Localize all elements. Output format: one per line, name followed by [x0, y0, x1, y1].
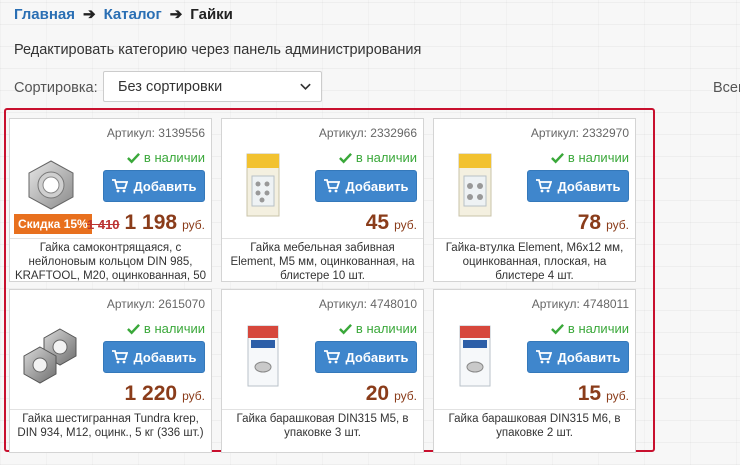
card-divider	[10, 238, 211, 239]
product-sku: Артикул: 2615070	[106, 297, 205, 311]
sort-select[interactable]: Без сортировки	[103, 71, 322, 102]
sort-label: Сортировка:	[14, 80, 98, 96]
product-sku: Артикул: 4748010	[318, 297, 417, 311]
currency-label: руб.	[606, 218, 629, 232]
check-icon	[126, 152, 140, 163]
card-divider	[10, 409, 211, 410]
product-card: Артикул: 2332966 в наличии Добавить 45 р…	[221, 118, 424, 282]
product-title-link[interactable]: Гайка барашковая DIN315 M5, в упаковке 3…	[226, 412, 419, 440]
product-card: Артикул: 4748011 в наличии Добавить 15 р…	[433, 289, 636, 453]
arrow-right-icon: ➔	[83, 6, 96, 23]
hex-nut-icon[interactable]	[19, 314, 83, 398]
add-to-cart-button[interactable]: Добавить	[527, 341, 629, 373]
currency-label: руб.	[182, 389, 205, 403]
in-stock-status: в наличии	[338, 150, 417, 165]
total-count-label: Всег	[713, 80, 740, 96]
check-icon	[338, 323, 352, 334]
currency-label: руб.	[606, 389, 629, 403]
bag-pack-icon[interactable]	[231, 314, 295, 398]
currency-label: руб.	[394, 218, 417, 232]
product-card: Артикул: 2332970 в наличии Добавить 78 р…	[433, 118, 636, 282]
price-row: 78 руб.	[578, 211, 629, 235]
in-stock-status: в наличии	[550, 321, 629, 336]
card-divider	[222, 409, 423, 410]
product-card: Артикул: 4748010 в наличии Добавить 20 р…	[221, 289, 424, 453]
product-sku: Артикул: 4748011	[531, 297, 629, 311]
in-stock-status: в наличии	[338, 321, 417, 336]
card-divider	[434, 409, 635, 410]
cart-icon	[323, 350, 340, 364]
price-row: 20 руб.	[366, 382, 417, 406]
currency-label: руб.	[182, 218, 205, 232]
product-title-link[interactable]: Гайка самоконтрящаяся, с нейлоновым коль…	[14, 241, 207, 283]
add-to-cart-button[interactable]: Добавить	[315, 170, 417, 202]
product-sku: Артикул: 2332966	[318, 126, 417, 140]
check-icon	[126, 323, 140, 334]
cart-icon	[535, 179, 552, 193]
add-to-cart-button[interactable]: Добавить	[527, 170, 629, 202]
product-price: 45	[365, 211, 390, 234]
product-price: 15	[577, 382, 602, 405]
in-stock-status: в наличии	[126, 150, 205, 165]
breadcrumb-catalog-link[interactable]: Каталог	[104, 6, 162, 23]
price-row: 45 руб.	[366, 211, 417, 235]
product-sku: Артикул: 2332970	[530, 126, 629, 140]
check-icon	[338, 152, 352, 163]
blister-pack-icon[interactable]	[231, 143, 295, 227]
add-to-cart-button[interactable]: Добавить	[103, 341, 205, 373]
price-row: 1 220 руб.	[125, 382, 205, 406]
card-divider	[222, 238, 423, 239]
product-sku: Артикул: 3139556	[106, 126, 205, 140]
edit-category-link[interactable]: Редактировать категорию через панель адм…	[14, 42, 421, 58]
card-divider	[434, 238, 635, 239]
product-price: 1 220	[124, 382, 178, 405]
product-title-link[interactable]: Гайка-втулка Element, M6х12 мм, оцинкова…	[438, 241, 631, 283]
breadcrumb-current: Гайки	[190, 5, 233, 23]
old-price: 1 410	[87, 217, 120, 232]
check-icon	[550, 152, 564, 163]
cart-icon	[323, 179, 340, 193]
add-to-cart-button[interactable]: Добавить	[315, 341, 417, 373]
product-card: Артикул: 3139556 в наличии Добавить Скид…	[9, 118, 212, 282]
product-price: 78	[577, 211, 602, 234]
arrow-right-icon: ➔	[169, 6, 183, 23]
add-to-cart-button[interactable]: Добавить	[103, 170, 205, 202]
product-title-link[interactable]: Гайка барашковая DIN315 M6, в упаковке 2…	[438, 412, 631, 440]
price-row: 15 руб.	[578, 382, 629, 406]
cart-icon	[111, 350, 128, 364]
product-title-link[interactable]: Гайка шестигранная Tundra krep, DIN 934,…	[14, 412, 207, 440]
cart-icon	[111, 179, 128, 193]
breadcrumb-home-link[interactable]: Главная	[14, 6, 75, 23]
bag-pack-icon[interactable]	[443, 314, 507, 398]
product-card: Артикул: 2615070 в наличии Добавить 1 22…	[9, 289, 212, 453]
in-stock-status: в наличии	[126, 321, 205, 336]
product-price: 1 198	[124, 211, 178, 234]
blister-pack-icon[interactable]	[443, 143, 507, 227]
check-icon	[550, 323, 564, 334]
price-row: 1 410 1 198 руб.	[87, 211, 205, 235]
chevron-down-icon	[300, 83, 311, 91]
breadcrumb: Главная ➔ Каталог ➔ Гайки	[14, 5, 233, 24]
sort-selected-value: Без сортировки	[118, 78, 223, 95]
product-title-link[interactable]: Гайка мебельная забивная Element, M5 мм,…	[226, 241, 419, 283]
cart-icon	[535, 350, 552, 364]
currency-label: руб.	[394, 389, 417, 403]
in-stock-status: в наличии	[550, 150, 629, 165]
discount-badge: Скидка 15%	[14, 214, 92, 234]
product-price: 20	[365, 382, 390, 405]
